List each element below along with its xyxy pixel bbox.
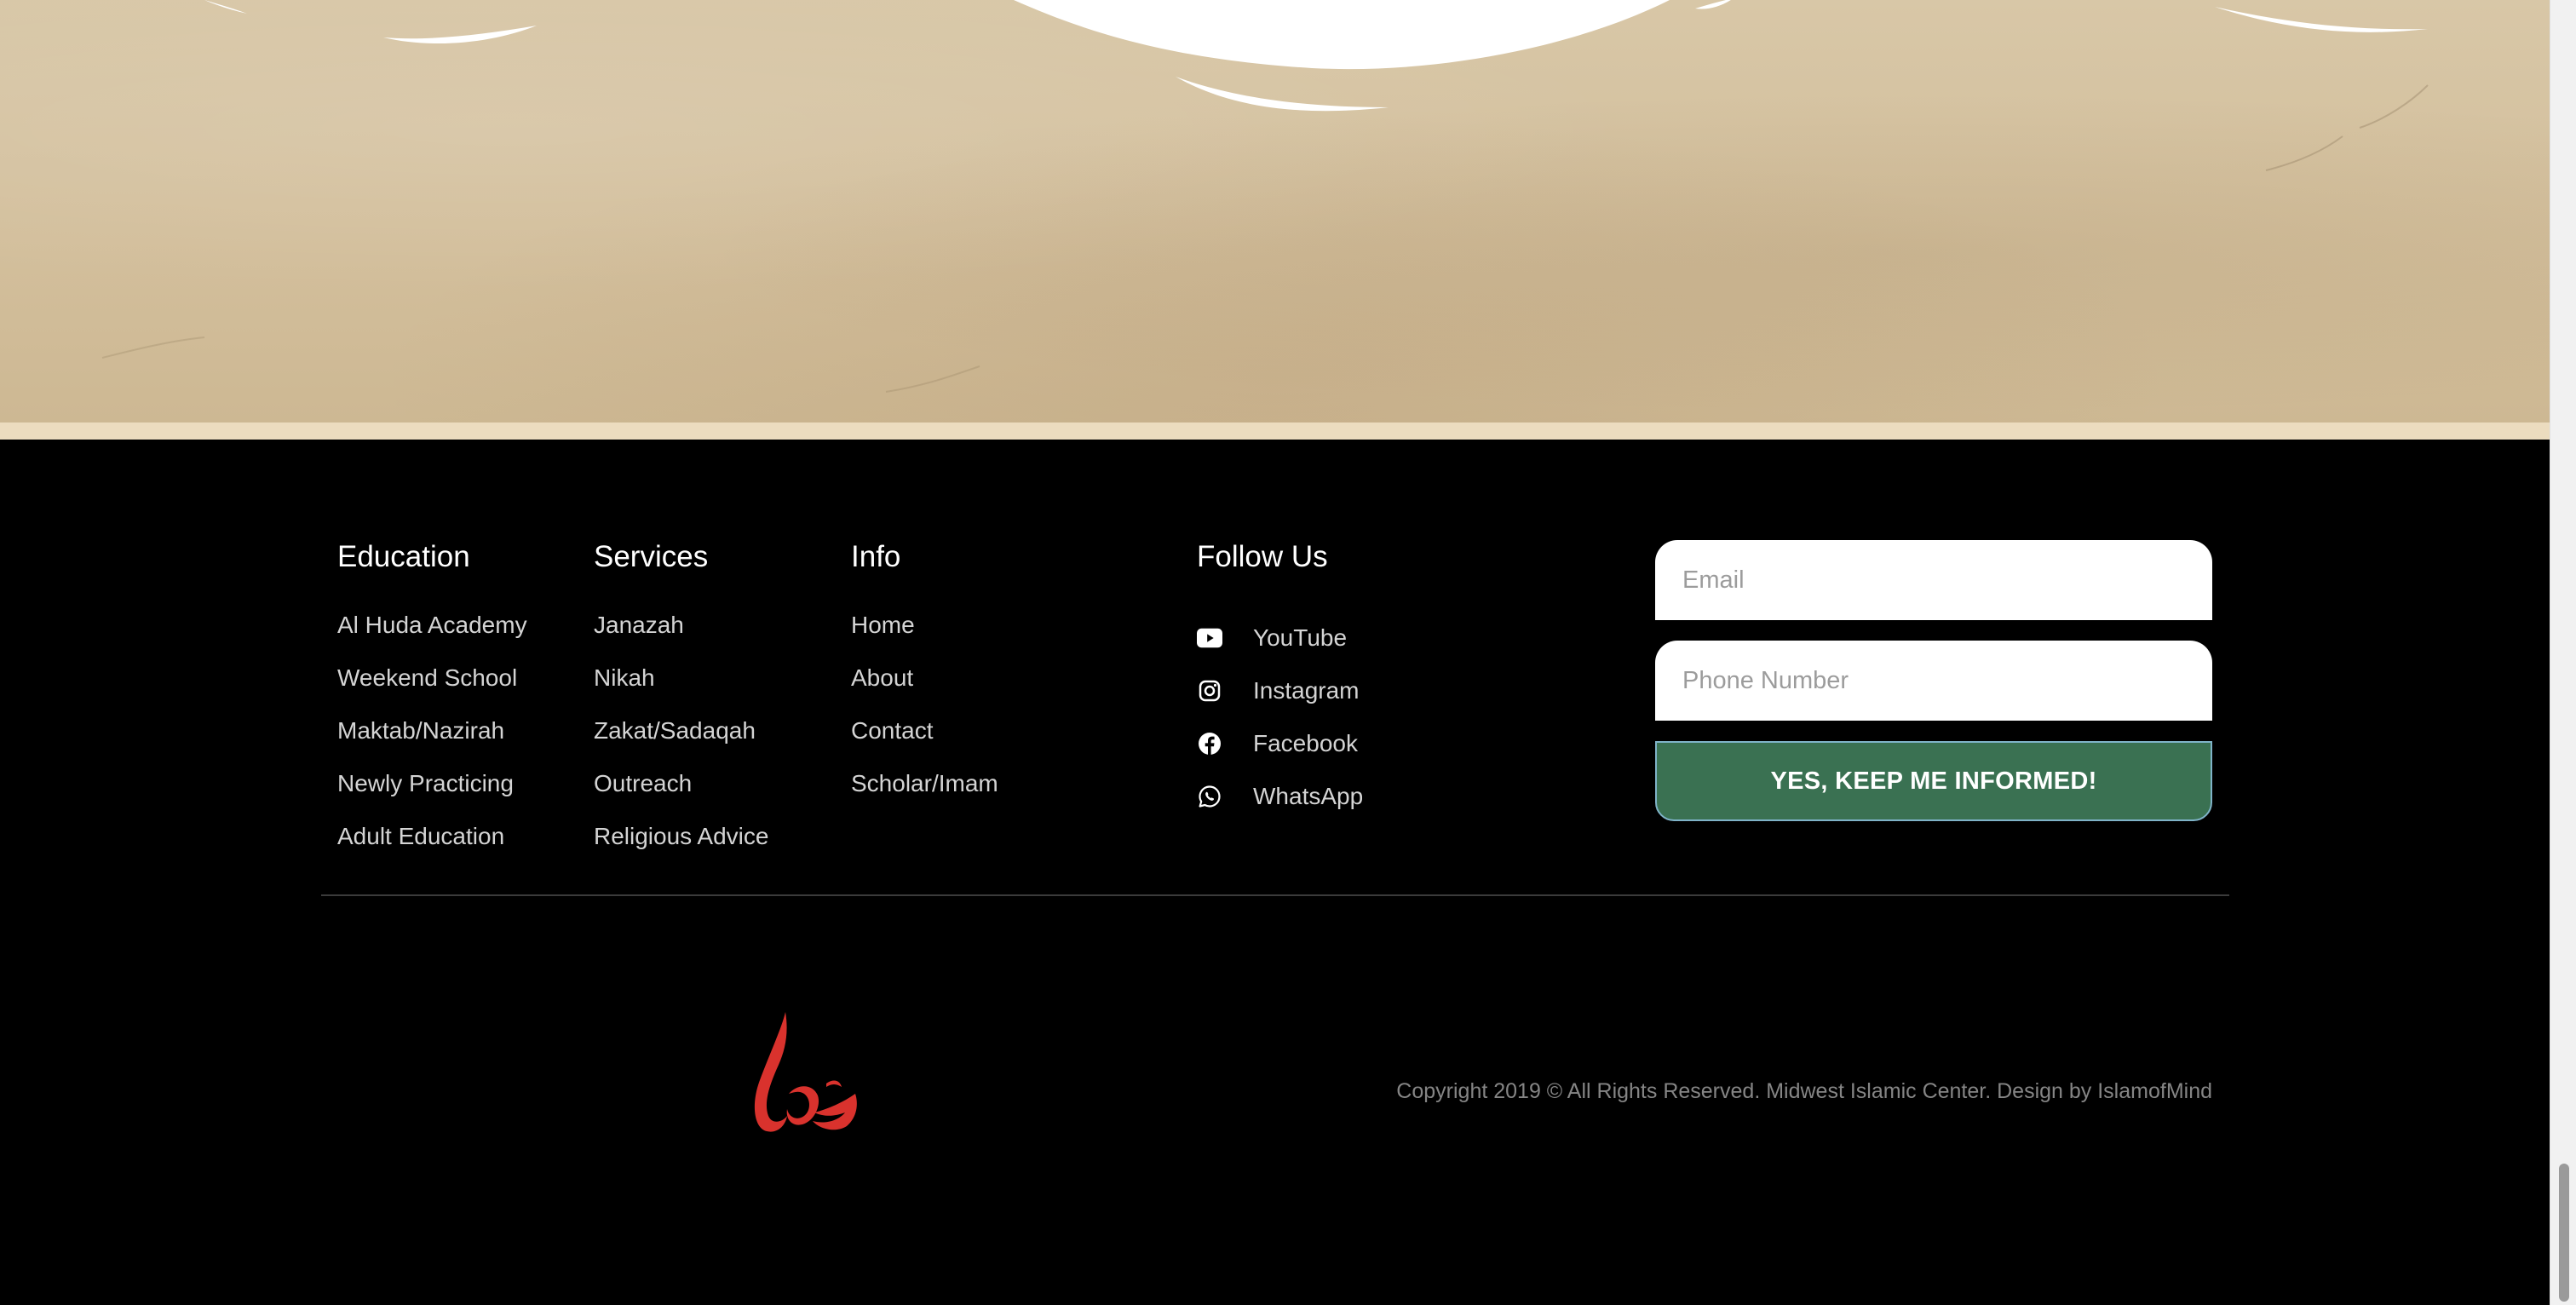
parchment-bottom-band	[0, 423, 2550, 440]
social-label-youtube[interactable]: YouTube	[1253, 624, 1347, 652]
footer-heading-info: Info	[851, 540, 901, 573]
instagram-icon	[1197, 678, 1222, 704]
footer-link-nikah[interactable]: Nikah	[594, 664, 768, 717]
copyright-text: Copyright 2019 © All Rights Reserved. Mi…	[1396, 1079, 2212, 1103]
keep-me-informed-button[interactable]: YES, KEEP ME INFORMED!	[1655, 741, 2212, 821]
footer-link-maktab-nazirah[interactable]: Maktab/Nazirah	[337, 717, 527, 770]
page: Education Al Huda Academy Weekend School…	[0, 0, 2576, 1305]
footer-link-janazah[interactable]: Janazah	[594, 612, 768, 664]
footer-link-home[interactable]: Home	[851, 612, 998, 664]
whatsapp-icon	[1197, 784, 1222, 809]
footer-link-al-huda-academy[interactable]: Al Huda Academy	[337, 612, 527, 664]
footer-link-zakat-sadaqah[interactable]: Zakat/Sadaqah	[594, 717, 768, 770]
social-label-whatsapp[interactable]: WhatsApp	[1253, 783, 1363, 810]
services-links: Janazah Nikah Zakat/Sadaqah Outreach Rel…	[594, 612, 768, 876]
footer-column-services: Services Janazah Nikah Zakat/Sadaqah Out…	[594, 540, 768, 876]
youtube-icon	[1197, 625, 1222, 651]
parchment-hero-section	[0, 0, 2550, 423]
email-field[interactable]	[1655, 540, 2212, 620]
footer-link-religious-advice[interactable]: Religious Advice	[594, 823, 768, 876]
footer-divider	[321, 894, 2229, 896]
social-link-whatsapp[interactable]: WhatsApp	[1197, 770, 1363, 823]
footer-heading-services: Services	[594, 540, 709, 573]
huda-calligraphy-logo-icon	[754, 1012, 857, 1132]
social-label-instagram[interactable]: Instagram	[1253, 677, 1360, 704]
footer-heading-education: Education	[337, 540, 470, 573]
footer-link-contact[interactable]: Contact	[851, 717, 998, 770]
footer-link-adult-education[interactable]: Adult Education	[337, 823, 527, 876]
footer-link-outreach[interactable]: Outreach	[594, 770, 768, 823]
social-link-instagram[interactable]: Instagram	[1197, 664, 1363, 717]
footer-link-weekend-school[interactable]: Weekend School	[337, 664, 527, 717]
site-footer: Education Al Huda Academy Weekend School…	[0, 440, 2550, 1305]
newsletter-signup-form: YES, KEEP ME INFORMED!	[1655, 540, 2212, 821]
social-link-facebook[interactable]: Facebook	[1197, 717, 1363, 770]
footer-column-follow-us: Follow Us YouTube Instagram Facebook Wha…	[1197, 540, 1363, 823]
social-label-facebook[interactable]: Facebook	[1253, 730, 1358, 757]
facebook-icon	[1197, 731, 1222, 756]
footer-link-about[interactable]: About	[851, 664, 998, 717]
phone-number-field[interactable]	[1655, 641, 2212, 721]
huda-logo[interactable]	[726, 1002, 871, 1147]
vertical-scrollbar[interactable]	[2550, 0, 2576, 1305]
info-links: Home About Contact Scholar/Imam	[851, 612, 998, 823]
footer-column-info: Info Home About Contact Scholar/Imam	[851, 540, 998, 823]
social-links: YouTube Instagram Facebook WhatsApp	[1197, 612, 1363, 823]
footer-link-scholar-imam[interactable]: Scholar/Imam	[851, 770, 998, 823]
social-link-youtube[interactable]: YouTube	[1197, 612, 1363, 664]
footer-heading-follow-us: Follow Us	[1197, 540, 1328, 573]
scrollbar-thumb[interactable]	[2559, 1164, 2569, 1302]
education-links: Al Huda Academy Weekend School Maktab/Na…	[337, 612, 527, 876]
footer-column-education: Education Al Huda Academy Weekend School…	[337, 540, 527, 876]
footer-link-newly-practicing[interactable]: Newly Practicing	[337, 770, 527, 823]
brush-stroke-decoration	[101, 0, 2429, 393]
